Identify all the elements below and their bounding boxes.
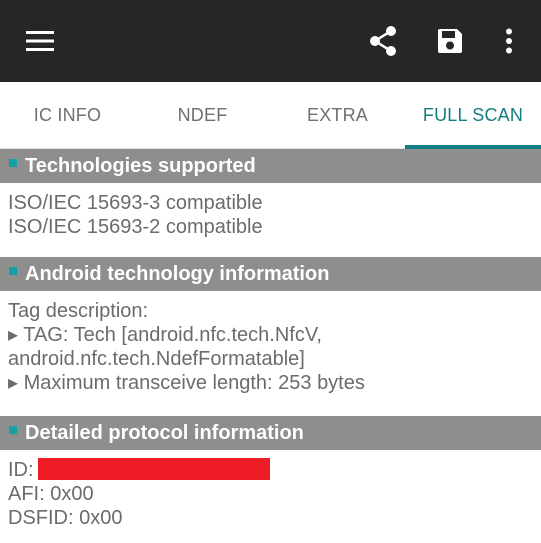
menu-button[interactable]: [18, 0, 62, 82]
id-line: ID:: [8, 458, 533, 482]
info-line: android.nfc.tech.NdefFormatable]: [8, 348, 305, 370]
id-label: ID:: [8, 459, 34, 481]
section-body-technologies: ISO/IEC 15693-3 compatible ISO/IEC 15693…: [0, 183, 541, 257]
info-line: ▸ Maximum transceive length: 253 bytes: [8, 372, 365, 394]
section-header-technologies: Technologies supported: [0, 149, 541, 183]
more-options-button[interactable]: [490, 0, 528, 82]
tab-full-scan[interactable]: FULL SCAN: [405, 82, 541, 149]
redacted-id-block: [37, 458, 270, 480]
section-title: Android technology information: [25, 262, 330, 285]
info-line: AFI: 0x00: [8, 483, 94, 505]
menu-icon: [26, 31, 54, 51]
share-icon: [370, 26, 396, 56]
section-body-protocol: ID: AFI: 0x00 DSFID: 0x00: [0, 450, 541, 543]
bullet-icon: [9, 267, 17, 275]
tab-label: EXTRA: [306, 105, 368, 125]
save-icon: [438, 29, 462, 53]
tab-label: NDEF: [177, 105, 228, 125]
bullet-icon: [9, 426, 17, 434]
tab-ndef[interactable]: NDEF: [135, 82, 270, 149]
save-button[interactable]: [428, 0, 472, 82]
tab-extra[interactable]: EXTRA: [270, 82, 405, 149]
section-body-android-technology: Tag description: ▸ TAG: Tech [android.nf…: [0, 291, 541, 416]
share-button[interactable]: [361, 0, 405, 82]
section-header-protocol: Detailed protocol information: [0, 416, 541, 450]
info-line: DSFID: 0x00: [8, 507, 123, 529]
section-title: Technologies supported: [25, 154, 256, 177]
bullet-icon: [9, 159, 17, 167]
tab-label: FULL SCAN: [422, 105, 524, 125]
tab-bar: IC INFO NDEF EXTRA FULL SCAN: [0, 82, 541, 149]
tab-label: IC INFO: [33, 105, 102, 125]
section-header-android-technology: Android technology information: [0, 257, 541, 291]
info-line: Tag description:: [8, 300, 149, 322]
app-bar: [0, 0, 541, 82]
more-vert-icon: [506, 28, 512, 54]
info-line: ▸ TAG: Tech [android.nfc.tech.NfcV,: [8, 324, 322, 346]
info-line: ISO/IEC 15693-3 compatible: [8, 192, 263, 214]
tab-ic-info[interactable]: IC INFO: [0, 82, 135, 149]
info-line: ISO/IEC 15693-2 compatible: [8, 216, 263, 238]
section-title: Detailed protocol information: [25, 421, 304, 444]
